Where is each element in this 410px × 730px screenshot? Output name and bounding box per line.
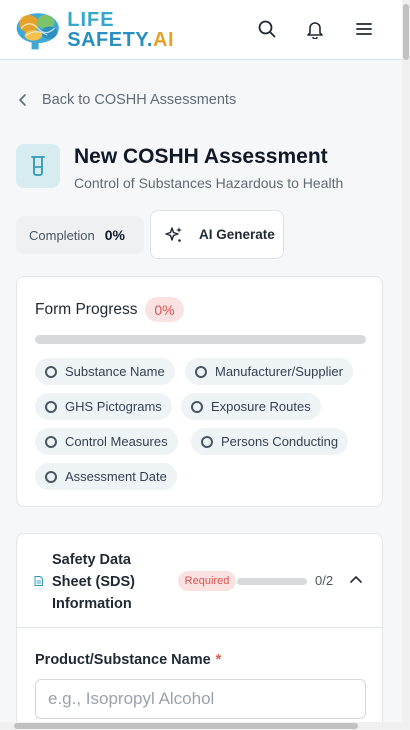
- back-link[interactable]: Back to COSHH Assessments: [18, 92, 236, 108]
- circle-icon: [45, 365, 57, 378]
- sds-progress-count: 0/2: [315, 573, 334, 588]
- progress-item-substance-name: Substance Name: [35, 358, 175, 385]
- completion-value: 0%: [104, 227, 125, 243]
- form-progress-badge: 0%: [145, 297, 184, 322]
- logo-text-line2: SAFETY.AI: [67, 29, 174, 51]
- sds-progress-bar: [237, 578, 307, 585]
- progress-item-manufacturer: Manufacturer/Supplier: [185, 358, 353, 385]
- substance-name-label: Product/Substance Name *: [35, 652, 222, 668]
- circle-icon: [45, 400, 57, 413]
- completion-label: Completion: [29, 227, 95, 243]
- chevron-left-icon: [19, 94, 26, 106]
- progress-item-assessment-date: Assessment Date: [35, 463, 177, 490]
- progress-item-exposure-routes: Exposure Routes: [181, 393, 321, 420]
- menu-icon[interactable]: [353, 18, 375, 40]
- horizontal-scrollbar-thumb[interactable]: [14, 723, 358, 729]
- page-title: New COSHH Assessment: [74, 145, 328, 168]
- required-badge: Required: [178, 571, 236, 591]
- beaker-icon: [16, 144, 60, 188]
- vertical-scrollbar[interactable]: [402, 0, 410, 730]
- page-subtitle: Control of Substances Hazardous to Healt…: [74, 175, 344, 191]
- circle-icon: [45, 435, 57, 448]
- completion-indicator: Completion 0%: [16, 216, 144, 254]
- circle-icon: [201, 435, 213, 448]
- back-link-label: Back to COSHH Assessments: [42, 92, 237, 108]
- bell-icon[interactable]: [304, 18, 326, 40]
- circle-icon: [195, 365, 207, 378]
- ai-generate-label: AI Generate: [199, 227, 275, 242]
- form-progress-title: Form Progress: [35, 301, 138, 318]
- sds-section-card: Safety Data Sheet (SDS) Information Requ…: [16, 533, 383, 730]
- app-logo[interactable]: LIFE SAFETY.AI: [14, 6, 174, 54]
- vertical-scrollbar-thumb[interactable]: [403, 4, 409, 60]
- document-icon: [34, 576, 43, 586]
- form-progress-bar: [35, 335, 366, 344]
- sparkles-icon: [165, 226, 182, 242]
- search-icon[interactable]: [256, 18, 278, 40]
- progress-item-ghs-pictograms: GHS Pictograms: [35, 393, 172, 420]
- logo-text-line1: LIFE: [67, 9, 115, 31]
- brain-logo-icon: [16, 13, 59, 50]
- app-header: LIFE SAFETY.AI: [0, 0, 402, 60]
- required-asterisk: *: [215, 652, 222, 668]
- ai-generate-button[interactable]: AI Generate: [150, 210, 284, 259]
- sds-section-header[interactable]: Safety Data Sheet (SDS) Information Requ…: [17, 534, 382, 628]
- horizontal-scrollbar[interactable]: [0, 722, 402, 730]
- form-progress-card: Form Progress 0% Substance Name Manufact…: [16, 276, 383, 507]
- progress-item-control-measures: Control Measures: [35, 428, 178, 455]
- sds-section-title: Safety Data Sheet (SDS) Information: [52, 552, 135, 612]
- circle-icon: [45, 470, 57, 483]
- page-header: New COSHH Assessment Control of Substanc…: [16, 144, 343, 191]
- chevron-up-icon[interactable]: [349, 574, 363, 584]
- progress-item-persons-conducting: Persons Conducting: [191, 428, 349, 455]
- substance-name-input[interactable]: [35, 679, 366, 719]
- circle-icon: [191, 400, 203, 413]
